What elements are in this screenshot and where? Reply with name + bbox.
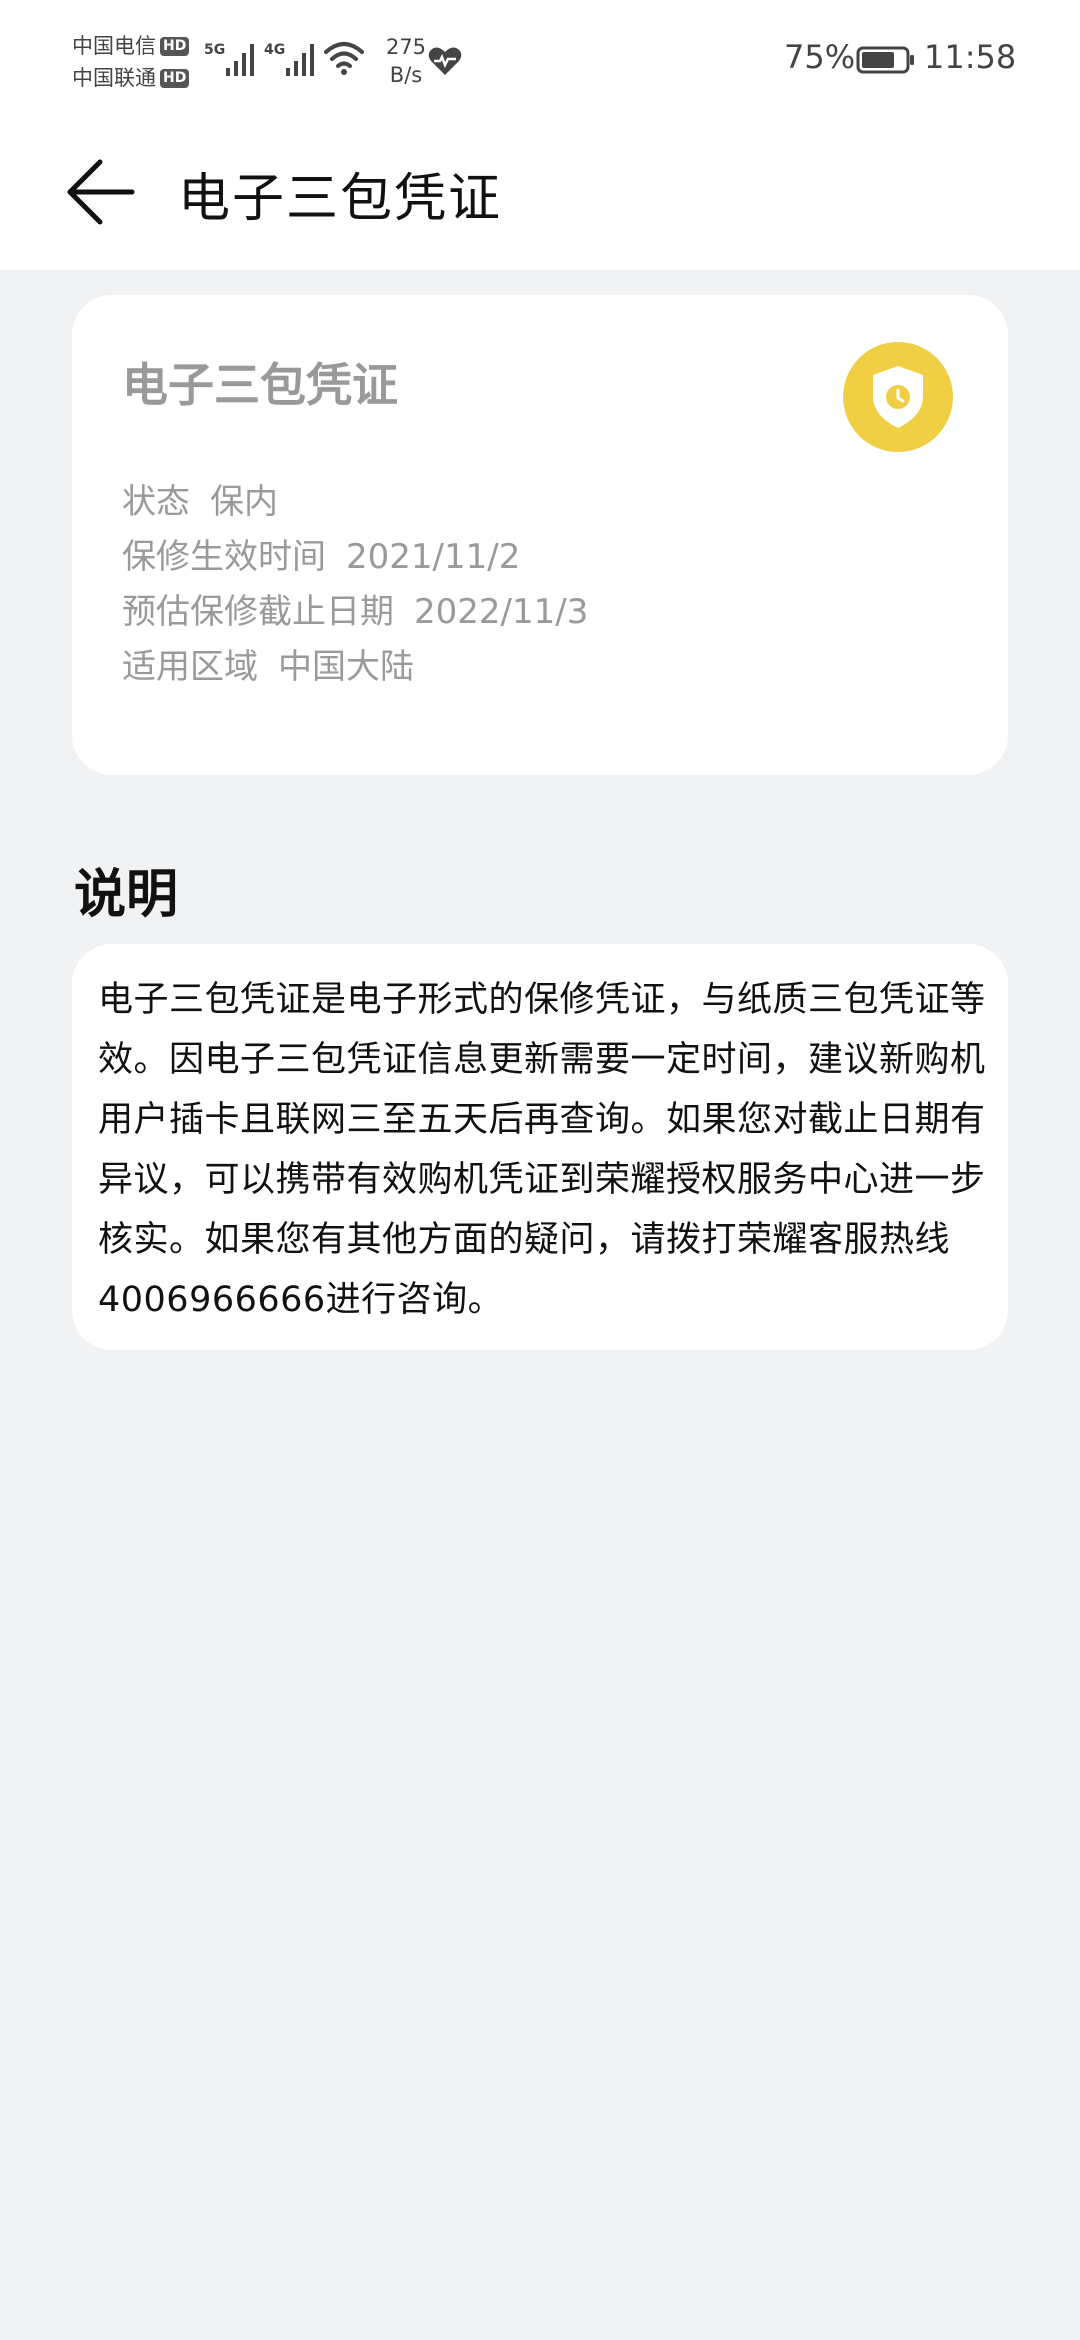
battery-icon (856, 46, 914, 74)
card-title: 电子三包凭证 (122, 358, 398, 412)
status-bar: 中国电信 HD 中国联通 HD 5G 4G 275 B/s 75% 11:58 (0, 0, 1080, 120)
speed-unit: B/s (389, 63, 423, 87)
explanation-title: 说明 (74, 865, 179, 925)
info-label: 适用区域 (122, 647, 258, 687)
warranty-info-list: 状态 保内 保修生效时间 2021/11/2 预估保修截止日期 2022/11/3 适… (122, 475, 588, 695)
info-label: 保修生效时间 (122, 537, 326, 577)
warranty-badge (843, 342, 953, 452)
back-button[interactable] (62, 152, 142, 232)
warranty-card: 电子三包凭证 状态 保内 保修生效时间 2021/11/2 预估保修截止日期 2022… (72, 295, 1008, 775)
info-value: 2022/11/3 (414, 592, 589, 632)
network-type-label: 4G (264, 42, 286, 58)
page-title: 电子三包凭证 (178, 169, 503, 229)
info-value: 保内 (210, 482, 278, 522)
hd-badge: HD (160, 68, 190, 88)
signal-bars-icon (286, 44, 314, 76)
signal-bars-icon (226, 44, 254, 76)
battery-percent: 75% (784, 38, 856, 76)
info-value: 2021/11/2 (346, 537, 521, 577)
app-header: 电子三包凭证 (0, 120, 1080, 270)
explanation-text: 电子三包凭证是电子形式的保修凭证，与纸质三包凭证等效。因电子三包凭证信息更新需要… (98, 980, 986, 1320)
network-type-label: 5G (204, 42, 226, 58)
info-row-start-date: 保修生效时间 2021/11/2 (122, 530, 588, 585)
carrier-info: 中国电信 HD 中国联通 HD (72, 30, 202, 94)
hd-badge: HD (160, 36, 190, 56)
info-label: 预估保修截止日期 (122, 592, 394, 632)
carrier-1: 中国电信 (72, 34, 156, 58)
back-arrow-icon (67, 159, 135, 225)
speed-value: 275 (385, 35, 427, 59)
screen: 中国电信 HD 中国联通 HD 5G 4G 275 B/s 75% 11:58 … (0, 0, 1080, 2340)
info-row-region: 适用区域 中国大陆 (122, 640, 588, 695)
info-label: 状态 (122, 482, 190, 522)
wifi-icon (324, 42, 364, 75)
explanation-card: 电子三包凭证是电子形式的保修凭证，与纸质三包凭证等效。因电子三包凭证信息更新需要… (72, 944, 1008, 1350)
clock: 11:58 (924, 38, 1017, 76)
info-value: 中国大陆 (278, 647, 414, 687)
info-row-end-date: 预估保修截止日期 2022/11/3 (122, 585, 588, 640)
info-row-status: 状态 保内 (122, 475, 588, 530)
carrier-2: 中国联通 (72, 66, 156, 90)
network-speed: 275 B/s (376, 33, 436, 89)
shield-clock-icon (873, 366, 923, 428)
health-heart-icon (428, 47, 462, 75)
